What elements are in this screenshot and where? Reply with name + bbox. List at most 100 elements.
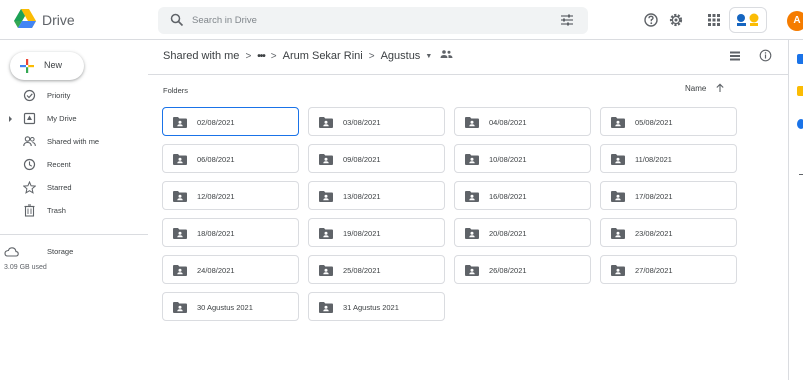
- folder-card[interactable]: 06/08/2021: [162, 144, 299, 173]
- my-drive-icon: [23, 112, 36, 125]
- folder-name: 06/08/2021: [197, 155, 235, 164]
- folder-name: 02/08/2021: [197, 118, 235, 127]
- search-bar[interactable]: [158, 7, 588, 34]
- organization-switcher[interactable]: [729, 7, 767, 33]
- folder-grid: 02/08/2021 03/08/2021 04/08/2021 05/08/2021…: [162, 107, 742, 321]
- sidebar-item-my-drive[interactable]: My Drive: [0, 109, 148, 129]
- tasks-addon-icon[interactable]: [797, 119, 803, 129]
- folder-card[interactable]: 24/08/2021: [162, 255, 299, 284]
- sidebar-item-label: Priority: [47, 91, 71, 100]
- sidebar-item-label: Starred: [47, 183, 72, 192]
- sidebar-item-label: Shared with me: [47, 137, 100, 146]
- folder-name: 05/08/2021: [635, 118, 673, 127]
- shared-folder-icon: [173, 228, 187, 239]
- calendar-addon-icon[interactable]: [797, 54, 803, 64]
- folder-card[interactable]: 03/08/2021: [308, 107, 445, 136]
- sidebar-item-recent[interactable]: Recent: [0, 155, 148, 175]
- drive-logo-icon[interactable]: [14, 9, 36, 29]
- info-icon[interactable]: [759, 49, 772, 62]
- shared-folder-icon: [611, 265, 625, 276]
- folder-card[interactable]: 23/08/2021: [600, 218, 737, 247]
- folder-card[interactable]: 27/08/2021: [600, 255, 737, 284]
- add-addon-icon[interactable]: [799, 174, 803, 175]
- folder-card[interactable]: 11/08/2021: [600, 144, 737, 173]
- folder-name: 10/08/2021: [489, 155, 527, 164]
- shared-folder-icon: [465, 117, 479, 128]
- breadcrumb-parent-folder[interactable]: Arum Sekar Rini: [283, 50, 363, 62]
- folder-card[interactable]: 31 Agustus 2021: [308, 292, 445, 321]
- breadcrumb-separator: >: [270, 50, 277, 62]
- folder-name: 17/08/2021: [635, 192, 673, 201]
- folder-name: 04/08/2021: [489, 118, 527, 127]
- folder-card[interactable]: 04/08/2021: [454, 107, 591, 136]
- shared-folder-icon: [611, 228, 625, 239]
- sort-ascending-arrow-icon[interactable]: [715, 83, 725, 93]
- folder-name: 13/08/2021: [343, 192, 381, 201]
- app-title[interactable]: Drive: [42, 12, 75, 28]
- shared-folder-icon: [611, 191, 625, 202]
- folder-card[interactable]: 13/08/2021: [308, 181, 445, 210]
- folder-card[interactable]: 02/08/2021: [162, 107, 299, 136]
- breadcrumb-current-folder[interactable]: Agustus: [381, 50, 421, 62]
- shared-folder-icon: [319, 154, 333, 165]
- apps-grid-icon[interactable]: [706, 12, 722, 28]
- shared-folder-icon: [465, 265, 479, 276]
- expand-caret-icon[interactable]: [9, 116, 12, 122]
- sidebar-item-shared-with-me[interactable]: Shared with me: [0, 132, 148, 152]
- folder-card[interactable]: 09/08/2021: [308, 144, 445, 173]
- shared-folder-icon[interactable]: [440, 49, 453, 59]
- folder-menu-caret-icon[interactable]: ▼: [425, 53, 432, 60]
- organization-logo-icon: [737, 13, 759, 26]
- folder-card[interactable]: 05/08/2021: [600, 107, 737, 136]
- folder-name: 27/08/2021: [635, 266, 673, 275]
- folder-card[interactable]: 19/08/2021: [308, 218, 445, 247]
- search-input[interactable]: [192, 11, 532, 30]
- folder-name: 09/08/2021: [343, 155, 381, 164]
- list-view-icon[interactable]: [729, 50, 741, 62]
- shared-folder-icon: [319, 191, 333, 202]
- priority-icon: [23, 89, 36, 102]
- folder-name: 25/08/2021: [343, 266, 381, 275]
- new-button[interactable]: New: [10, 52, 84, 80]
- shared-folder-icon: [173, 117, 187, 128]
- folder-name: 20/08/2021: [489, 229, 527, 238]
- sort-by-name-button[interactable]: Name: [685, 84, 706, 93]
- shared-icon: [23, 136, 36, 147]
- sidebar-item-storage[interactable]: Storage: [0, 242, 148, 262]
- folder-card[interactable]: 26/08/2021: [454, 255, 591, 284]
- account-avatar[interactable]: A: [787, 11, 803, 31]
- folder-card[interactable]: 20/08/2021: [454, 218, 591, 247]
- sidebar-item-label: Trash: [47, 206, 66, 215]
- help-icon[interactable]: [643, 12, 659, 28]
- sidebar-item-priority[interactable]: Priority: [0, 86, 148, 106]
- breadcrumb-separator: >: [368, 50, 375, 62]
- folder-card[interactable]: 30 Agustus 2021: [162, 292, 299, 321]
- shared-folder-icon: [611, 117, 625, 128]
- keep-addon-icon[interactable]: [797, 86, 803, 96]
- folder-name: 18/08/2021: [197, 229, 235, 238]
- shared-folder-icon: [319, 302, 333, 313]
- folder-name: 16/08/2021: [489, 192, 527, 201]
- clock-icon: [23, 158, 36, 171]
- sidebar-item-trash[interactable]: Trash: [0, 201, 148, 221]
- search-options-icon[interactable]: [560, 13, 574, 27]
- shared-folder-icon: [173, 191, 187, 202]
- folder-card[interactable]: 18/08/2021: [162, 218, 299, 247]
- sidebar: New Priority My Drive Shared with me Rec…: [0, 40, 148, 380]
- folder-card[interactable]: 12/08/2021: [162, 181, 299, 210]
- trash-icon: [24, 204, 35, 217]
- breadcrumb-overflow[interactable]: •••: [257, 51, 265, 62]
- sidebar-divider: [0, 234, 148, 235]
- folder-card[interactable]: 10/08/2021: [454, 144, 591, 173]
- search-icon[interactable]: [170, 13, 184, 27]
- folder-card[interactable]: 17/08/2021: [600, 181, 737, 210]
- star-icon: [23, 181, 36, 194]
- sidebar-item-starred[interactable]: Starred: [0, 178, 148, 198]
- cloud-icon: [4, 247, 19, 257]
- settings-gear-icon[interactable]: [668, 12, 684, 28]
- breadcrumb-shared-with-me[interactable]: Shared with me: [163, 50, 239, 62]
- folder-card[interactable]: 25/08/2021: [308, 255, 445, 284]
- shared-folder-icon: [465, 228, 479, 239]
- folder-card[interactable]: 16/08/2021: [454, 181, 591, 210]
- top-bar: Drive Search in Drive A: [0, 0, 803, 40]
